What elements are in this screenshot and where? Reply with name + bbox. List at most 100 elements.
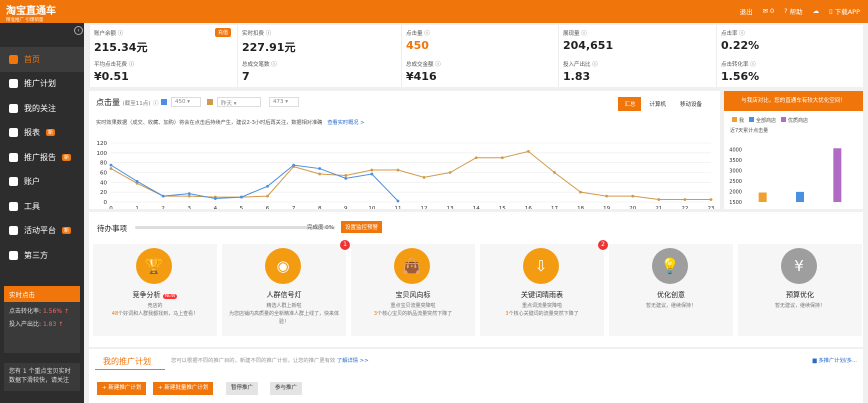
data-point[interactable] bbox=[474, 156, 478, 160]
logout-link[interactable]: 退出 bbox=[740, 6, 753, 16]
bar[interactable] bbox=[758, 192, 767, 202]
new-batch-plan-button[interactable]: + 新建批量推广计划 bbox=[153, 382, 214, 395]
data-point[interactable] bbox=[579, 190, 582, 194]
x-tick-label: 21 bbox=[655, 206, 662, 209]
stat-cell: 点击转化率 ⓘ 1.56% bbox=[716, 56, 863, 87]
collapse-sidebar-icon[interactable]: ‹ bbox=[74, 26, 83, 35]
info-icon: ⓘ bbox=[271, 62, 277, 68]
sidebar-note[interactable]: 您有 1 个重点宝贝实时数据下滑较快，请关注 bbox=[4, 363, 80, 391]
realtime-box: 实时点击 点击转化率: 1.56% ↑ 投入产出比: 1.83 ↑ bbox=[4, 286, 80, 353]
multi-plan-link[interactable]: ▆ 多推广计划/多... bbox=[813, 356, 857, 364]
logo[interactable]: 淘宝直通车 精准推广 引爆销量 bbox=[6, 2, 56, 23]
data-point[interactable] bbox=[187, 192, 191, 196]
data-point[interactable] bbox=[709, 198, 713, 201]
todo-card[interactable]: ⇩ 关键词晴雨表 重点词流量突降啦 3个核心关键词的流量突然下降了 bbox=[480, 244, 604, 336]
data-point[interactable] bbox=[396, 168, 400, 172]
data-point[interactable] bbox=[344, 177, 348, 180]
data-point[interactable] bbox=[370, 172, 374, 176]
y-tick-label: 4000 bbox=[729, 147, 742, 153]
stat-label-text: 平均点击花费 bbox=[94, 62, 128, 68]
sidebar-item-label: 首页 bbox=[24, 54, 40, 64]
tab-my-plans[interactable]: 我的推广计划 bbox=[103, 356, 151, 367]
folder-icon bbox=[9, 79, 18, 89]
data-point[interactable] bbox=[344, 174, 348, 177]
data-point[interactable] bbox=[657, 198, 661, 201]
realtime-row-label: 投入产出比 bbox=[9, 321, 40, 328]
top-nav: 退出 ✉ 0 ? 帮助 ☁ ▯ 下载APP bbox=[740, 6, 860, 16]
message-count: 0 bbox=[770, 7, 775, 15]
data-point[interactable] bbox=[631, 194, 635, 198]
learn-more-link[interactable]: 了解详情 >> bbox=[337, 358, 369, 364]
help-label: 帮助 bbox=[789, 8, 803, 16]
data-point[interactable] bbox=[187, 194, 191, 198]
sidebar-item-label: 推广报告 bbox=[24, 152, 56, 162]
y-tick-label: 20 bbox=[100, 190, 107, 196]
sidebar-item[interactable]: 账户 bbox=[0, 170, 84, 195]
todo-card[interactable]: 💡 优化创意 暂无建议，继续保持！ bbox=[609, 244, 733, 336]
stat-label-text: 投入产出比 bbox=[563, 62, 591, 68]
data-point[interactable] bbox=[109, 163, 113, 167]
join-promotion-button[interactable]: 参与推广 bbox=[270, 382, 303, 395]
data-point[interactable] bbox=[526, 149, 530, 153]
stat-cell: 总成交金额 ⓘ ¥416 bbox=[401, 56, 558, 87]
sidebar-item[interactable]: 推广报告 新 bbox=[0, 145, 84, 170]
data-point[interactable] bbox=[422, 176, 426, 179]
sidebar-item[interactable]: 第三方 bbox=[0, 243, 84, 268]
recharge-button[interactable]: 充值 bbox=[214, 28, 231, 37]
y-tick-label: 3500 bbox=[729, 158, 742, 164]
data-point[interactable] bbox=[553, 171, 556, 174]
todo-card[interactable]: ¥ 预算优化 暂无建议，继续保持！ bbox=[738, 244, 862, 336]
data-point[interactable] bbox=[135, 179, 139, 183]
todo-progress-bar bbox=[135, 226, 335, 229]
data-point[interactable] bbox=[318, 167, 322, 170]
bar[interactable] bbox=[796, 191, 804, 202]
todo-card[interactable]: 👜 宝贝风向标 重点宝贝流量突降啦 3个核心宝贝的新品流量突然下降了 bbox=[351, 244, 475, 336]
cloud-link[interactable]: ☁ bbox=[813, 6, 820, 16]
sidebar-item[interactable]: 首页 bbox=[0, 47, 84, 72]
set-alert-button[interactable]: 设置监控预警 bbox=[341, 221, 383, 233]
data-point[interactable] bbox=[500, 156, 504, 160]
sidebar-item[interactable]: 工具 bbox=[0, 194, 84, 219]
x-tick-label: 16 bbox=[525, 206, 532, 209]
stat-cell: 投入产出比 ⓘ 1.83 bbox=[558, 56, 716, 87]
sidebar-item[interactable]: 推广计划 bbox=[0, 72, 84, 97]
stat-label-text: 总成交笔数 bbox=[242, 62, 270, 68]
data-point[interactable] bbox=[370, 168, 374, 172]
user-icon bbox=[9, 177, 18, 187]
todo-card[interactable]: 🏆 竞争分析 NEW 竞店的 48个好词和人群我都找到，马上查看！ bbox=[93, 244, 217, 336]
data-point[interactable] bbox=[109, 167, 113, 170]
data-point[interactable] bbox=[161, 194, 165, 198]
new-plan-button[interactable]: + 新建推广计划 bbox=[97, 382, 147, 395]
realtime-row: 投入产出比: 1.83 ↑ bbox=[9, 321, 64, 328]
data-point[interactable] bbox=[605, 194, 609, 198]
data-point[interactable] bbox=[292, 163, 296, 167]
message-link[interactable]: ✉ 0 bbox=[763, 6, 775, 16]
stat-cell: 总成交笔数 ⓘ 7 bbox=[237, 56, 401, 87]
logout-label: 退出 bbox=[739, 8, 753, 16]
data-point[interactable] bbox=[318, 172, 322, 176]
pause-button[interactable]: 暂停推广 bbox=[226, 382, 259, 395]
stat-value: 227.91元 bbox=[242, 41, 296, 54]
data-point[interactable] bbox=[683, 198, 687, 201]
download-app-link[interactable]: ▯ 下载APP bbox=[829, 6, 860, 16]
stat-value: 450 bbox=[406, 39, 429, 52]
data-point[interactable] bbox=[266, 184, 269, 188]
budget-icon: ¥ bbox=[781, 248, 817, 284]
data-point[interactable] bbox=[240, 195, 243, 199]
sidebar-item[interactable]: 报表 新 bbox=[0, 121, 84, 146]
todo-card[interactable]: ◉ 人群信号灯 精选人群上新啦 为您店铺内高质量的全新精准人群上线了，快来体验！ bbox=[222, 244, 346, 336]
card-desc-text: 个核心关键词的流量突然下降了 bbox=[508, 311, 579, 317]
data-point[interactable] bbox=[213, 197, 217, 200]
help-link[interactable]: ? 帮助 bbox=[784, 6, 802, 16]
mail-icon: ✉ bbox=[762, 7, 769, 15]
bar[interactable] bbox=[833, 148, 842, 202]
data-point[interactable] bbox=[448, 171, 452, 174]
cloud-icon: ☁ bbox=[812, 7, 820, 15]
x-tick-label: 0 bbox=[109, 206, 113, 209]
data-point[interactable] bbox=[396, 199, 400, 203]
card-name-text: 人群信号灯 bbox=[266, 291, 302, 299]
sidebar-item[interactable]: 活动平台 新 bbox=[0, 219, 84, 244]
data-point[interactable] bbox=[266, 194, 269, 198]
stat-value: ¥416 bbox=[406, 70, 437, 83]
sidebar-item[interactable]: 我的关注 bbox=[0, 96, 84, 121]
